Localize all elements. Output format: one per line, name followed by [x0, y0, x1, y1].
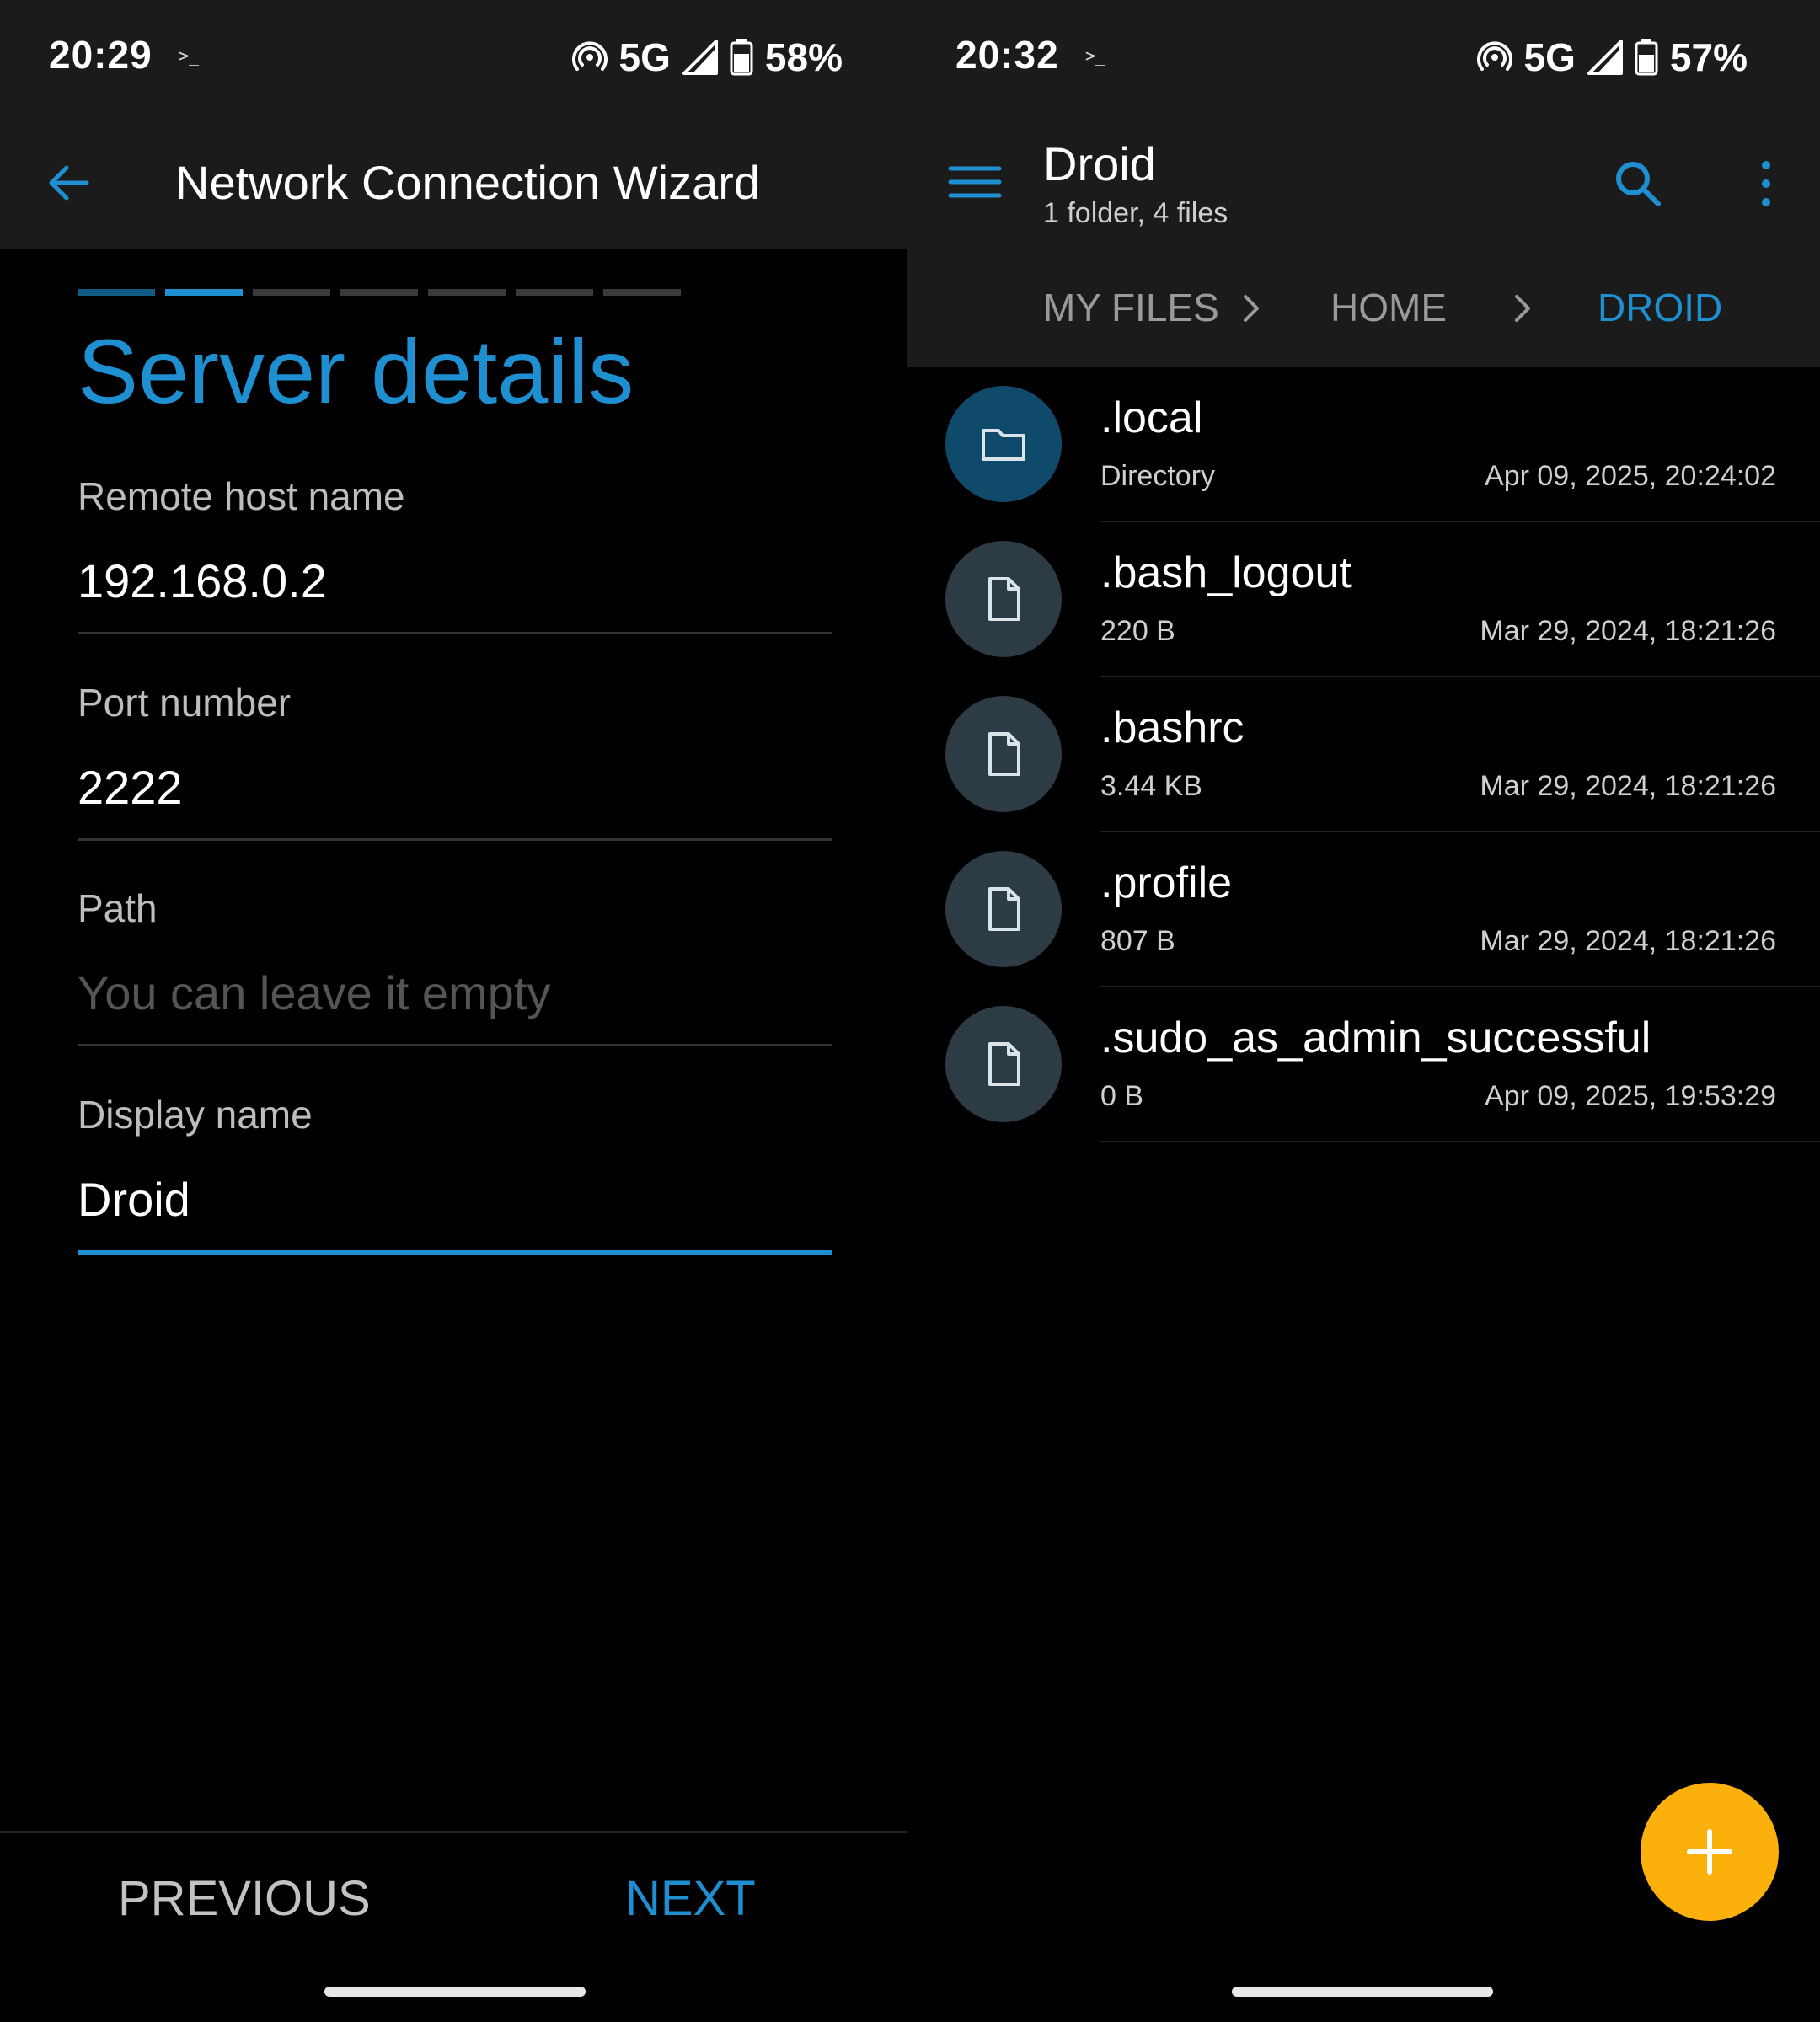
- network-type: 5G: [618, 35, 671, 79]
- folder-summary: 1 folder, 4 files: [1043, 197, 1228, 229]
- remote-host-label: Remote host name: [78, 474, 405, 518]
- file-icon: [945, 696, 1062, 812]
- previous-button[interactable]: PREVIOUS: [118, 1870, 371, 1927]
- file-row[interactable]: .bashrc 3.44 KB Mar 29, 2024, 18:21:26: [907, 677, 1820, 832]
- file-name: .bashrc: [1100, 703, 1245, 752]
- folder-title: Droid: [1043, 137, 1156, 190]
- wizard-step-4: [340, 289, 418, 296]
- breadcrumb-droid[interactable]: DROID: [1598, 285, 1722, 330]
- gesture-nav-handle[interactable]: [324, 1987, 586, 1997]
- status-bar: 20:32 >_ 5G 57%: [907, 0, 1820, 115]
- file-size: 807 B: [1100, 925, 1175, 957]
- terminal-notification-icon: >_: [1085, 45, 1106, 66]
- menu-button[interactable]: [945, 158, 1006, 206]
- display-name-input[interactable]: [78, 1172, 832, 1227]
- file-size: 220 B: [1100, 615, 1175, 647]
- more-vert-icon: [1762, 161, 1770, 206]
- wizard-heading: Server details: [78, 320, 634, 422]
- plus-icon: [1687, 1829, 1732, 1875]
- path-label: Path: [78, 886, 158, 930]
- file-name: .sudo_as_admin_successful: [1100, 1014, 1651, 1062]
- wizard-screen: 20:29 >_ 5G 58% Network Connection Wizar…: [0, 0, 907, 2022]
- port-input[interactable]: [78, 760, 832, 815]
- breadcrumb-my-files[interactable]: MY FILES: [1043, 285, 1219, 330]
- field-underline-focused: [78, 1250, 832, 1255]
- wizard-step-2: [165, 289, 243, 296]
- display-name-label: Display name: [78, 1093, 313, 1137]
- file-date: Mar 29, 2024, 18:21:26: [1480, 615, 1776, 647]
- breadcrumb-home[interactable]: HOME: [1330, 285, 1447, 330]
- network-type: 5G: [1523, 35, 1576, 79]
- wizard-step-3: [253, 289, 330, 296]
- file-date: Mar 29, 2024, 18:21:26: [1480, 925, 1776, 957]
- battery-icon: [730, 39, 753, 76]
- status-time: 20:32: [956, 33, 1059, 77]
- search-icon: [1616, 162, 1661, 206]
- file-row[interactable]: .profile 807 B Mar 29, 2024, 18:21:26: [907, 832, 1820, 987]
- hamburger-icon: [948, 166, 1002, 198]
- breadcrumb: MY FILES HOME DROID: [907, 249, 1820, 367]
- file-row[interactable]: .bash_logout 220 B Mar 29, 2024, 18:21:2…: [907, 522, 1820, 677]
- file-size: 0 B: [1100, 1080, 1144, 1112]
- chevron-right-icon: [1244, 295, 1259, 322]
- port-label: Port number: [78, 681, 292, 725]
- wizard-step-5: [428, 289, 506, 296]
- divider: [0, 1831, 907, 1833]
- file-size: 3.44 KB: [1100, 770, 1202, 802]
- page-title: Network Connection Wizard: [175, 156, 761, 209]
- app-bar: Droid 1 folder, 4 files: [907, 115, 1820, 249]
- remote-host-input[interactable]: [78, 554, 832, 608]
- wizard-step-7: [603, 289, 681, 296]
- file-date: Mar 29, 2024, 18:21:26: [1480, 770, 1776, 802]
- folder-icon: [945, 386, 1062, 502]
- battery-icon: [1635, 39, 1658, 76]
- next-button[interactable]: NEXT: [625, 1870, 756, 1927]
- field-underline: [78, 838, 832, 841]
- battery-percent: 57%: [1669, 35, 1748, 79]
- arrow-back-icon: [49, 165, 89, 201]
- file-row[interactable]: .local Directory Apr 09, 2025, 20:24:02: [907, 367, 1820, 522]
- file-icon: [945, 851, 1062, 967]
- field-underline: [78, 1044, 832, 1046]
- field-underline: [78, 632, 832, 634]
- file-size: Directory: [1100, 460, 1216, 492]
- wizard-step-6: [516, 289, 593, 296]
- search-button[interactable]: [1611, 157, 1665, 211]
- overflow-menu-button[interactable]: [1749, 157, 1783, 211]
- add-button[interactable]: [1641, 1783, 1779, 1921]
- divider: [1100, 1141, 1820, 1142]
- battery-percent: 58%: [764, 35, 843, 79]
- file-name: .profile: [1100, 859, 1233, 907]
- wizard-progress: [78, 289, 681, 296]
- status-bar: 20:29 >_ 5G 58%: [0, 0, 907, 115]
- terminal-notification-icon: >_: [179, 45, 200, 66]
- file-browser-screen: 20:32 >_ 5G 57% Droid 1 folder, 4 files: [907, 0, 1820, 2022]
- file-name: .local: [1100, 393, 1203, 442]
- back-button[interactable]: [39, 153, 98, 212]
- file-name: .bash_logout: [1100, 548, 1352, 597]
- chevron-right-icon: [1515, 295, 1530, 322]
- status-time: 20:29: [49, 33, 153, 77]
- signal-icon: [682, 40, 718, 75]
- file-date: Apr 09, 2025, 20:24:02: [1485, 460, 1776, 492]
- file-row[interactable]: .sudo_as_admin_successful 0 B Apr 09, 20…: [907, 987, 1820, 1142]
- gesture-nav-handle[interactable]: [1232, 1987, 1493, 1997]
- app-bar: Network Connection Wizard: [0, 115, 907, 249]
- hotspot-icon: [1476, 40, 1512, 75]
- path-input[interactable]: [78, 966, 832, 1020]
- file-icon: [945, 1006, 1062, 1122]
- wizard-step-1: [78, 289, 155, 296]
- file-icon: [945, 541, 1062, 657]
- signal-icon: [1587, 40, 1623, 75]
- file-date: Apr 09, 2025, 19:53:29: [1485, 1080, 1776, 1112]
- hotspot-icon: [571, 40, 608, 75]
